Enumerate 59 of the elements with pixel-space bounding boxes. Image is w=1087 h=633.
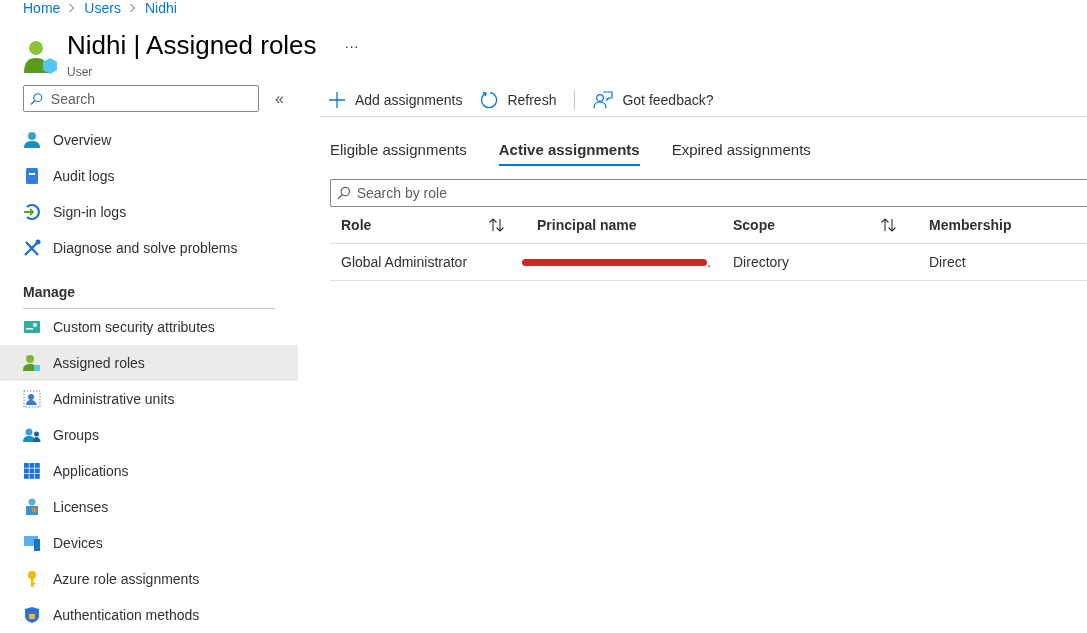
tab[interactable]: Active assignments [498,141,640,166]
feedback-icon [593,91,614,109]
plus-icon [328,91,346,109]
nav-item[interactable]: Overview [0,122,298,158]
nav-item[interactable]: Devices [0,525,298,561]
license-icon [23,498,41,516]
nav-item[interactable]: Diagnose and solve problems [0,230,298,266]
user-role-icon [23,40,57,74]
toolbar-button[interactable]: Got feedback? [593,91,714,109]
nav-item[interactable]: Audit logs [0,158,298,194]
table-cell-text: Directory [732,254,790,270]
search-field[interactable]: Search by role [330,179,1087,207]
breadcrumb-link[interactable]: Users [84,0,121,16]
chevron-icon [68,3,77,13]
nav-item[interactable]: Authentication methods [0,597,298,633]
tools-icon [23,239,41,257]
book-icon [23,167,41,185]
nav-item[interactable]: Applications [0,453,298,489]
search-icon [337,186,351,200]
nav-item[interactable]: Administrative units [0,381,298,417]
page-subtitle: User [67,65,94,79]
breadcrumb-link[interactable]: Nidhi [144,0,177,16]
page-title: Nidhi | Assigned roles [67,30,317,61]
collapse-button[interactable]: « [275,89,284,108]
tab[interactable]: Eligible assignments [330,141,467,166]
nav-item[interactable]: Groups [0,417,298,453]
column-header[interactable]: Principal name [526,217,722,233]
more-button[interactable]: ··· [340,37,363,54]
user-role-icon [23,354,41,372]
nav-item[interactable]: Azure role assignments [0,561,298,597]
toolbar-button[interactable]: Add assignments [328,91,463,109]
refresh-icon [480,91,499,109]
sort-icon[interactable] [880,218,898,232]
user-icon [23,131,41,149]
nav-item[interactable]: Sign-in logs [0,194,298,230]
attributes-icon [23,318,41,336]
table-cell-text: Direct [928,254,967,270]
table-cell: . [707,254,711,270]
column-header[interactable]: Role [330,217,526,233]
sign-in-icon [23,203,41,221]
grid-icon [23,462,41,480]
toolbar-button[interactable]: Refresh [480,91,557,109]
admin-units-icon [23,390,41,408]
column-header[interactable]: Scope [722,217,918,233]
search-icon [30,91,43,106]
nav-item[interactable]: Custom security attributes [0,309,298,345]
chevron-icon [128,3,137,13]
group-icon [23,426,41,444]
column-header[interactable]: Membership [918,217,1087,233]
breadcrumb-link[interactable]: Home [23,0,61,16]
table-cell-text: Global Administrator [340,254,469,270]
section-heading: Manage [23,284,275,309]
search-field[interactable]: Search [23,85,259,112]
tab[interactable]: Expired assignments [671,141,811,166]
sort-icon[interactable] [488,218,506,232]
shield-lock-icon [23,606,41,624]
nav-item[interactable]: Licenses [0,489,298,525]
device-icon [23,534,41,552]
nav-item[interactable]: Assigned roles [0,345,298,381]
